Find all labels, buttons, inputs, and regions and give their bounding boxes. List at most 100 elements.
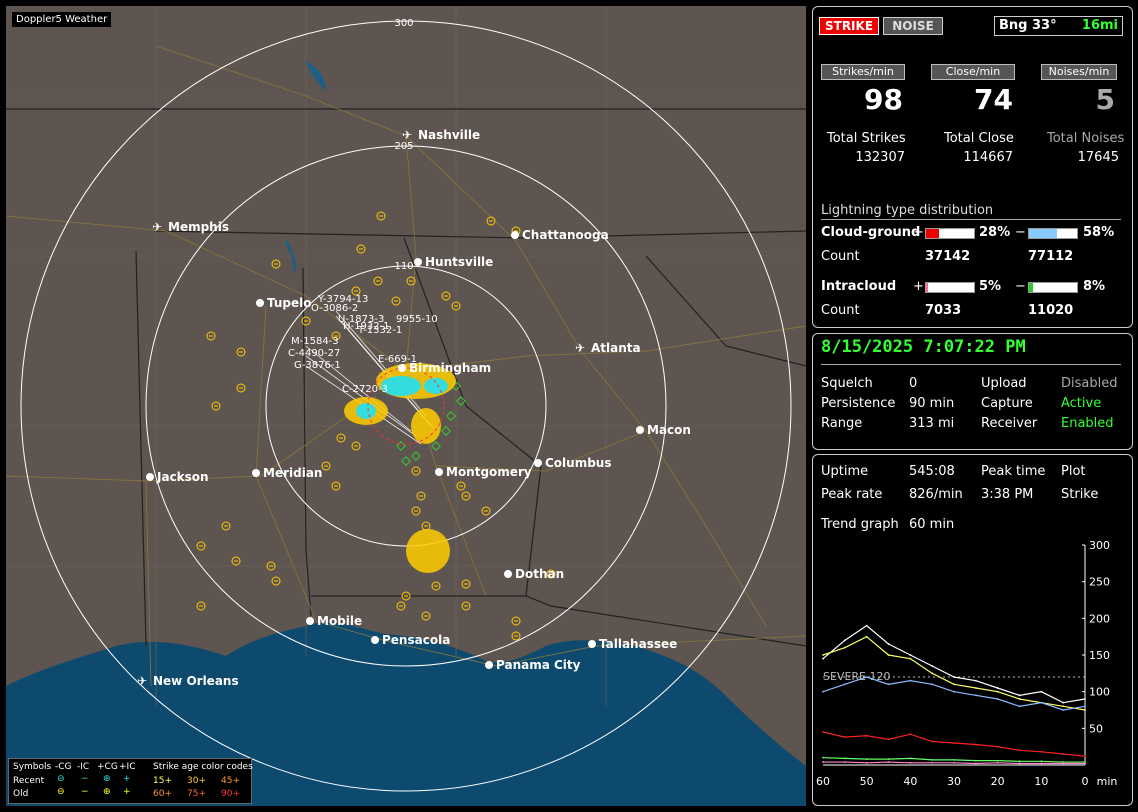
strikes-per-min-value: 98 [864,83,903,116]
city-label: Tallahassee [599,637,677,651]
trend-chart: 3002502001501005060 50 40 30 20 10 0 minSEVERE … [816,539,1117,788]
strike-mode-button[interactable]: STRIKE [819,17,879,35]
trend-point [1018,705,1021,708]
trend-point [974,687,977,689]
city-atlanta[interactable]: ✈ Atlanta [575,341,641,355]
capture-value[interactable]: Active [1061,396,1101,411]
trend-point [822,756,824,759]
airport-icon: ✈ [137,674,147,688]
trend-graph-value[interactable]: 60 min [909,517,954,532]
y-tick-label: 50 [1089,722,1103,735]
trend-graph-label: Trend graph [821,517,899,532]
city-dot-icon [485,661,493,669]
city-chattanooga[interactable]: Chattanooga [511,228,609,242]
x-tick-label: 60 [816,775,830,788]
storm-track-label[interactable]: E-669-1 [378,354,417,365]
neg-cg-recent-icon: ⊖ [57,774,65,784]
trend-point [909,679,912,682]
storm-track-label[interactable]: H-1932-1 [343,321,390,332]
city-dot-icon [414,258,422,266]
x-tick-label: 30 [947,775,961,788]
city-new-orleans[interactable]: ✈ New Orleans [137,674,239,688]
city-dot-icon [511,231,519,239]
city-montgomery[interactable]: Montgomery [435,465,532,479]
close-per-min-header: Close/min [931,64,1015,80]
neg-ic-old-icon: − [81,787,89,797]
trend-point [822,690,824,693]
pos-ic-old-icon: + [123,787,131,797]
trend-point [865,734,868,737]
persistence-value: 90 min [909,396,955,411]
storm-track-label[interactable]: 9955-10 [396,314,438,325]
trend-point [843,736,846,739]
city-panama-city[interactable]: Panama City [485,658,581,672]
trend-point [887,643,890,645]
city-tallahassee[interactable]: Tallahassee [588,637,677,651]
storm-track-label[interactable]: C-4490-27 [288,348,340,359]
trend-point [1084,709,1086,711]
legend-header-neg-ic: -IC [77,762,90,772]
city-label: New Orleans [153,674,239,688]
storm-track-label[interactable]: C-2720-3 [342,384,388,395]
map-legend: Symbols -CG -IC +CG +IC Strike age color… [8,758,253,804]
y-tick-label: 100 [1089,686,1110,699]
plot-value[interactable]: Strike [1061,487,1098,502]
ic-positive-bar-fill [926,283,929,292]
x-tick-label: 40 [903,775,917,788]
cg-negative-bar-fill [1029,229,1057,238]
city-huntsville[interactable]: Huntsville [414,255,493,269]
storm-track-label[interactable]: M-1584-3 [291,336,339,347]
trend-point [931,740,934,743]
city-meridian[interactable]: Meridian [252,466,322,480]
map-canvas[interactable]: 300 205 110 ✈ Nashville ✈ Memphis Chattanoog… [6,6,806,806]
ic-positive-count: 7033 [925,303,962,318]
legend-age-75: 75+ [187,789,206,799]
trend-point [822,654,824,656]
trend-point [953,690,955,693]
trend-point [887,758,890,761]
persistence-label: Persistence [821,396,896,411]
trend-point [1018,760,1021,763]
city-label: Memphis [168,220,229,234]
city-label: Nashville [418,128,480,142]
trend-panel: Uptime 545:08 Peak time Plot Peak rate 8… [812,454,1133,806]
city-dot-icon [435,468,443,476]
city-columbus[interactable]: Columbus [534,456,612,470]
city-label: Columbus [545,456,612,470]
legend-header-neg-cg: -CG [55,762,72,772]
trend-point [1018,698,1021,700]
airport-icon: ✈ [402,128,412,142]
distribution-divider [821,219,1121,220]
city-label: Panama City [496,658,581,672]
legend-age-title: Strike age color codes [153,762,253,772]
cloud-ground-plus: + [913,225,924,240]
ring-label-110: 110 [394,261,413,272]
noises-per-min-value: 5 [1095,83,1115,116]
range-value: 313 mi [909,416,955,431]
receiver-value[interactable]: Enabled [1061,416,1114,431]
status-divider [821,364,1121,365]
airport-icon: ✈ [575,341,585,355]
trend-point [996,687,999,689]
storm-track-label[interactable]: O-3086-2 [311,303,358,314]
radar-map[interactable]: 300 205 110 ✈ Nashville ✈ Memphis Chattanoog… [6,6,806,806]
trend-point [931,672,934,675]
trend-point [974,762,977,765]
storm-track-label[interactable]: G-3876-1 [294,360,341,371]
total-close-label: Total Close [944,131,1014,146]
city-label: Huntsville [425,255,493,269]
city-label: Montgomery [446,465,532,479]
upload-value[interactable]: Disabled [1061,376,1117,391]
city-label: Birmingham [409,361,491,375]
trend-point [996,761,999,764]
noise-mode-button[interactable]: NOISE [883,17,943,35]
neg-cg-old-icon: ⊖ [57,787,65,797]
legend-age-45: 45+ [221,776,240,786]
city-pensacola[interactable]: Pensacola [371,633,450,647]
y-tick-label: 200 [1089,612,1110,625]
peak-time-value: 3:38 PM [981,487,1034,502]
distribution-title: Lightning type distribution [821,203,994,218]
trend-point [1084,698,1086,700]
city-dot-icon [534,459,542,467]
trend-point [1040,750,1043,753]
